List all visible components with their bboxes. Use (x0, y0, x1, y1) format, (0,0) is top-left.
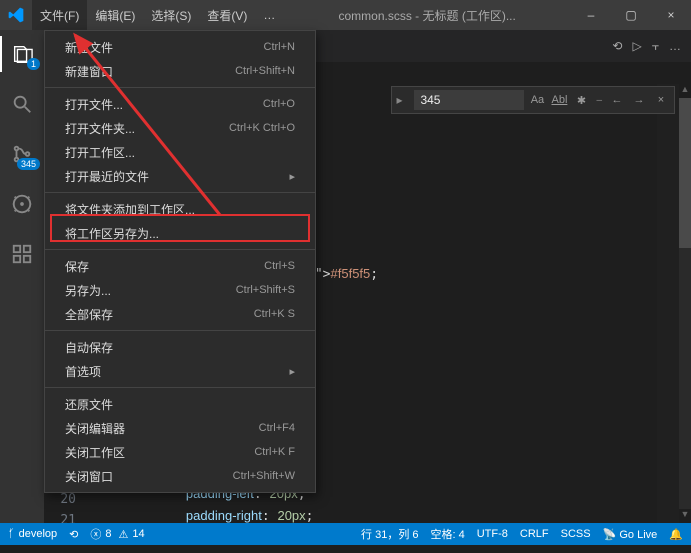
menu-item-0[interactable]: 新建文件Ctrl+N (45, 35, 315, 59)
tab-split-icon[interactable]: ⫟ (652, 39, 659, 54)
menu-item-13[interactable]: 全部保存Ctrl+K S (45, 302, 315, 326)
status-branch[interactable]: ᚶ develop (8, 528, 57, 540)
find-prev-icon[interactable]: ← (608, 94, 626, 106)
window-title: common.scss - 无标题 (工作区)... (283, 7, 571, 24)
status-eol[interactable]: CRLF (520, 528, 549, 540)
menu-item-9[interactable]: 将工作区另存为... (45, 221, 315, 245)
find-input[interactable] (414, 90, 524, 110)
tab-run-icon[interactable]: ▷ (632, 39, 641, 53)
minimap[interactable] (657, 84, 679, 523)
scroll-up-icon[interactable]: ▲ (679, 84, 691, 98)
menu-item-6[interactable]: 打开最近的文件▸ (45, 164, 315, 188)
status-golive[interactable]: 📡 Go Live (603, 528, 658, 541)
find-case-icon[interactable]: Aa (528, 94, 546, 106)
find-toggle-icon[interactable]: ▸ (396, 93, 410, 107)
menu-item-15[interactable]: 自动保存 (45, 335, 315, 359)
scroll-down-icon[interactable]: ▼ (679, 509, 691, 523)
window-close-button[interactable]: × (651, 0, 691, 30)
activity-search[interactable] (0, 86, 44, 122)
activity-scm[interactable]: 345 (0, 136, 44, 172)
status-spaces[interactable]: 空格: 4 (431, 526, 465, 542)
find-regex-icon[interactable]: ✱ (572, 94, 590, 107)
vscode-icon (0, 7, 32, 23)
title-bar: 文件(F) 编辑(E) 选择(S) 查看(V) … common.scss - … (0, 0, 691, 30)
menu-item-5[interactable]: 打开工作区... (45, 140, 315, 164)
status-bell-icon[interactable]: 🔔 (669, 528, 683, 541)
find-close-icon[interactable]: × (652, 94, 670, 106)
menu-item-20[interactable]: 关闭工作区Ctrl+K F (45, 440, 315, 464)
window-min-button[interactable]: – (571, 0, 611, 30)
find-widget[interactable]: ▸ Aa Abl ✱ – ← → × (391, 86, 675, 114)
status-encoding[interactable]: UTF-8 (477, 528, 508, 540)
menu-item-8[interactable]: 将文件夹添加到工作区... (45, 197, 315, 221)
menu-select[interactable]: 选择(S) (143, 0, 199, 30)
window-max-button[interactable]: ▢ (611, 0, 651, 30)
status-bar: ᚶ develop ⟲ ⓧ 8 ⚠ 14 行 31，列 6 空格: 4 UTF-… (0, 523, 691, 545)
menu-item-12[interactable]: 另存为...Ctrl+Shift+S (45, 278, 315, 302)
status-lang[interactable]: SCSS (561, 528, 591, 540)
menu-edit[interactable]: 编辑(E) (87, 0, 143, 30)
menu-item-4[interactable]: 打开文件夹...Ctrl+K Ctrl+O (45, 116, 315, 140)
find-count: – (594, 95, 604, 106)
menu-item-11[interactable]: 保存Ctrl+S (45, 254, 315, 278)
find-word-icon[interactable]: Abl (550, 94, 568, 106)
menu-item-21[interactable]: 关闭窗口Ctrl+Shift+W (45, 464, 315, 488)
scm-badge: 345 (17, 158, 40, 170)
scrollbar-v[interactable]: ▲ ▼ (679, 84, 691, 523)
menu-more[interactable]: … (255, 0, 283, 30)
explorer-badge: 1 (27, 58, 40, 70)
menu-item-18[interactable]: 还原文件 (45, 392, 315, 416)
status-errors[interactable]: ⓧ 8 ⚠ 14 (90, 526, 144, 542)
find-next-icon[interactable]: → (630, 94, 648, 106)
tab-more-icon[interactable]: … (669, 39, 681, 53)
menu-view[interactable]: 查看(V) (199, 0, 255, 30)
menu-item-3[interactable]: 打开文件...Ctrl+O (45, 92, 315, 116)
menu-item-16[interactable]: 首选项▸ (45, 359, 315, 383)
activity-debug[interactable] (0, 186, 44, 222)
status-ln-col[interactable]: 行 31，列 6 (361, 526, 418, 542)
menu-item-1[interactable]: 新建窗口Ctrl+Shift+N (45, 59, 315, 83)
activity-bar: 1 345 (0, 30, 44, 523)
menu-file[interactable]: 文件(F) (32, 0, 87, 30)
tab-compare-icon[interactable]: ⟲ (612, 39, 622, 53)
scroll-thumb[interactable] (679, 98, 691, 248)
menu-item-19[interactable]: 关闭编辑器Ctrl+F4 (45, 416, 315, 440)
activity-extensions[interactable] (0, 236, 44, 272)
activity-explorer[interactable]: 1 (0, 36, 44, 72)
status-sync[interactable]: ⟲ (69, 528, 78, 541)
file-menu-dropdown: 新建文件Ctrl+N新建窗口Ctrl+Shift+N打开文件...Ctrl+O打… (44, 30, 316, 493)
